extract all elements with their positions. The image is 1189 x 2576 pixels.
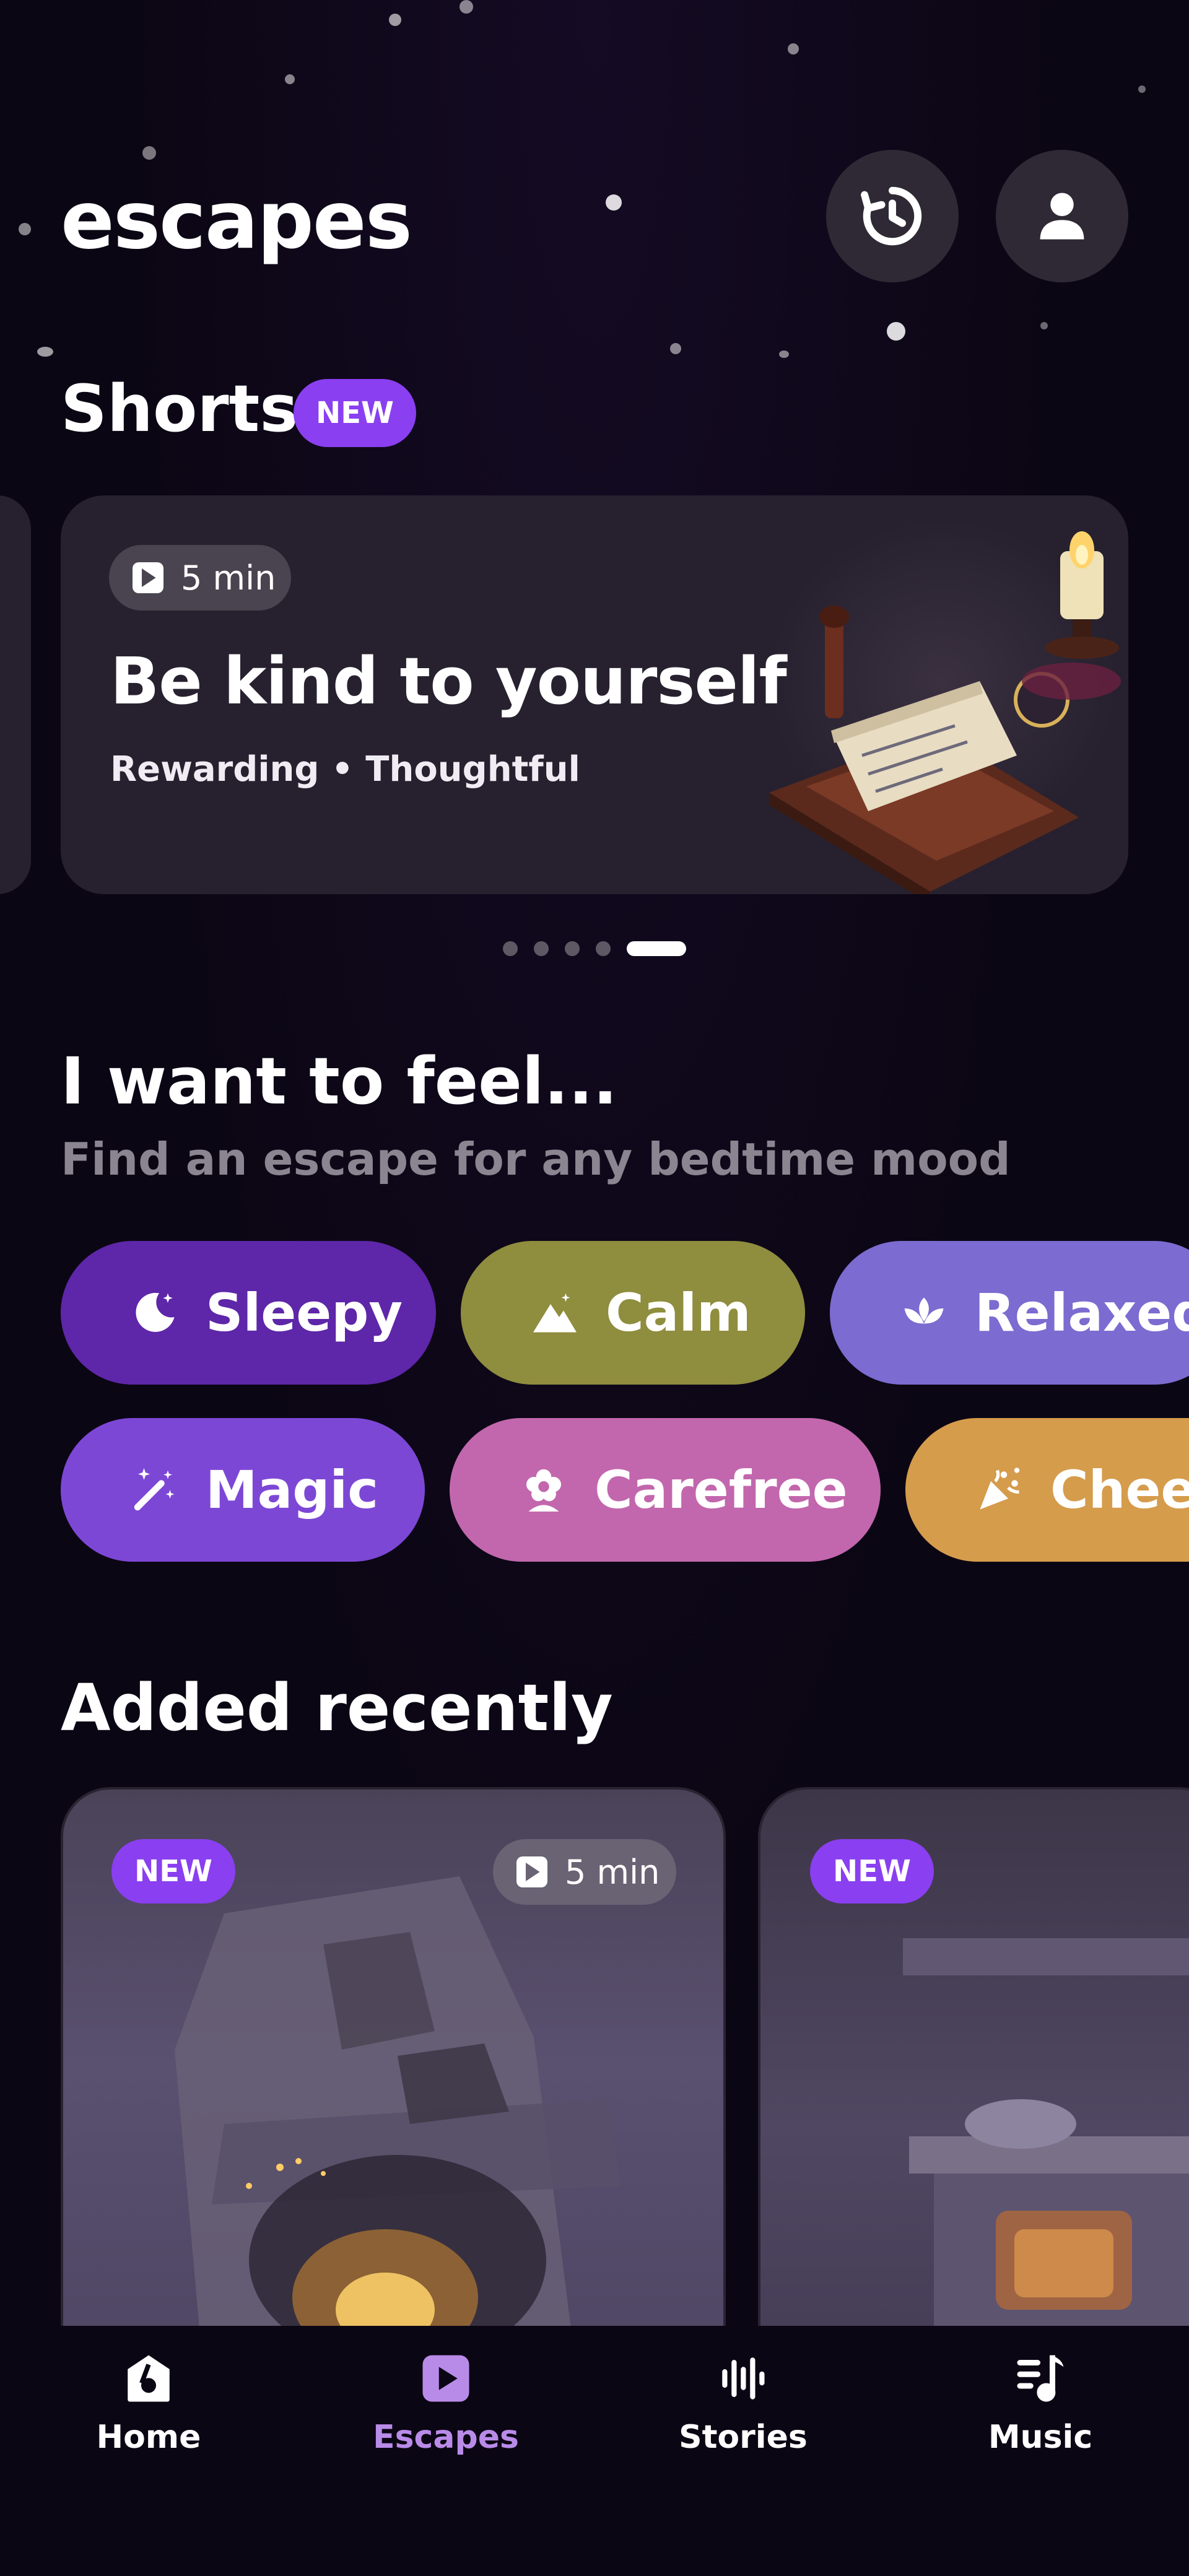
desk-illustration bbox=[769, 520, 1121, 894]
pagination-dot[interactable] bbox=[534, 941, 549, 956]
recent-title: Added recently bbox=[61, 1670, 613, 1746]
nav-music[interactable]: Music bbox=[947, 2351, 1133, 2456]
pagination-dot[interactable] bbox=[596, 941, 611, 956]
carousel-pagination bbox=[503, 941, 686, 956]
nav-label: Stories bbox=[679, 2419, 808, 2456]
play-icon bbox=[133, 562, 163, 593]
star-decoration bbox=[19, 223, 31, 235]
star-decoration bbox=[779, 350, 789, 358]
sound-wave-icon bbox=[722, 2357, 765, 2400]
flower-icon bbox=[518, 1464, 570, 1516]
new-badge: NEW bbox=[810, 1839, 934, 1904]
duration-pill: 5 min bbox=[493, 1839, 676, 1905]
app-title: escapes bbox=[61, 175, 412, 267]
nav-stories[interactable]: Stories bbox=[650, 2351, 836, 2456]
escapes-screen: escapes Shorts NEW 5 min Be kind to your… bbox=[0, 0, 1189, 2576]
previous-short-card[interactable] bbox=[0, 495, 31, 894]
play-icon bbox=[516, 1856, 547, 1887]
magic-wand-icon bbox=[129, 1464, 181, 1516]
recent-card[interactable]: NEW bbox=[758, 1787, 1189, 2406]
short-tags: Rewarding • Thoughtful bbox=[110, 749, 580, 790]
new-badge: NEW bbox=[111, 1839, 235, 1904]
shorts-title: Shorts bbox=[61, 371, 298, 446]
duration-pill: 5 min bbox=[109, 545, 291, 611]
star-decoration bbox=[142, 146, 156, 160]
mood-label: Magic bbox=[206, 1460, 378, 1520]
star-decoration bbox=[670, 343, 681, 354]
profile-button[interactable] bbox=[996, 150, 1128, 282]
mood-label: Relaxed bbox=[975, 1282, 1189, 1343]
mountain-icon bbox=[529, 1287, 581, 1339]
music-note-icon bbox=[1017, 2355, 1064, 2402]
mood-label: Cheer bbox=[1050, 1460, 1189, 1520]
pagination-dot[interactable] bbox=[565, 941, 580, 956]
star-decoration bbox=[459, 0, 473, 14]
feel-title: I want to feel... bbox=[61, 1043, 617, 1119]
star-decoration bbox=[285, 74, 295, 84]
play-icon bbox=[422, 2355, 469, 2402]
star-decoration bbox=[788, 43, 799, 54]
mood-label: Sleepy bbox=[206, 1282, 403, 1343]
history-button[interactable] bbox=[826, 150, 959, 282]
nav-label: Music bbox=[988, 2419, 1093, 2456]
mood-chip-carefree[interactable]: Carefree bbox=[450, 1418, 881, 1562]
history-icon bbox=[861, 186, 922, 246]
pagination-dot-active[interactable] bbox=[627, 941, 686, 956]
star-decoration bbox=[606, 194, 622, 211]
new-badge: NEW bbox=[294, 379, 416, 447]
nav-label: Home bbox=[96, 2419, 201, 2456]
feel-subtitle: Find an escape for any bedtime mood bbox=[61, 1133, 1011, 1185]
mood-chip-calm[interactable]: Calm bbox=[461, 1241, 805, 1385]
user-icon bbox=[1040, 193, 1084, 240]
lotus-icon bbox=[898, 1287, 950, 1339]
duration-label: 5 min bbox=[181, 558, 276, 598]
star-decoration bbox=[887, 322, 905, 341]
mood-chip-cheer[interactable]: Cheer bbox=[905, 1418, 1189, 1562]
recent-card[interactable]: NEW 5 min bbox=[61, 1787, 726, 2406]
mood-label: Carefree bbox=[594, 1460, 848, 1520]
mood-label: Calm bbox=[606, 1282, 751, 1343]
star-decoration bbox=[389, 14, 401, 26]
star-decoration bbox=[37, 347, 53, 357]
pagination-dot[interactable] bbox=[503, 941, 518, 956]
star-decoration bbox=[1138, 85, 1146, 93]
home-icon bbox=[128, 2355, 170, 2402]
mood-chip-magic[interactable]: Magic bbox=[61, 1418, 425, 1562]
nav-escapes[interactable]: Escapes bbox=[353, 2351, 539, 2456]
moon-icon bbox=[129, 1287, 181, 1339]
short-title: Be kind to yourself bbox=[110, 643, 787, 719]
duration-label: 5 min bbox=[565, 1852, 660, 1892]
nav-home[interactable]: Home bbox=[56, 2351, 242, 2456]
mood-chip-sleepy[interactable]: Sleepy bbox=[61, 1241, 436, 1385]
star-decoration bbox=[1040, 322, 1048, 329]
party-popper-icon bbox=[973, 1464, 1026, 1516]
nav-label: Escapes bbox=[373, 2419, 519, 2456]
mood-chip-relaxed[interactable]: Relaxed bbox=[830, 1241, 1189, 1385]
